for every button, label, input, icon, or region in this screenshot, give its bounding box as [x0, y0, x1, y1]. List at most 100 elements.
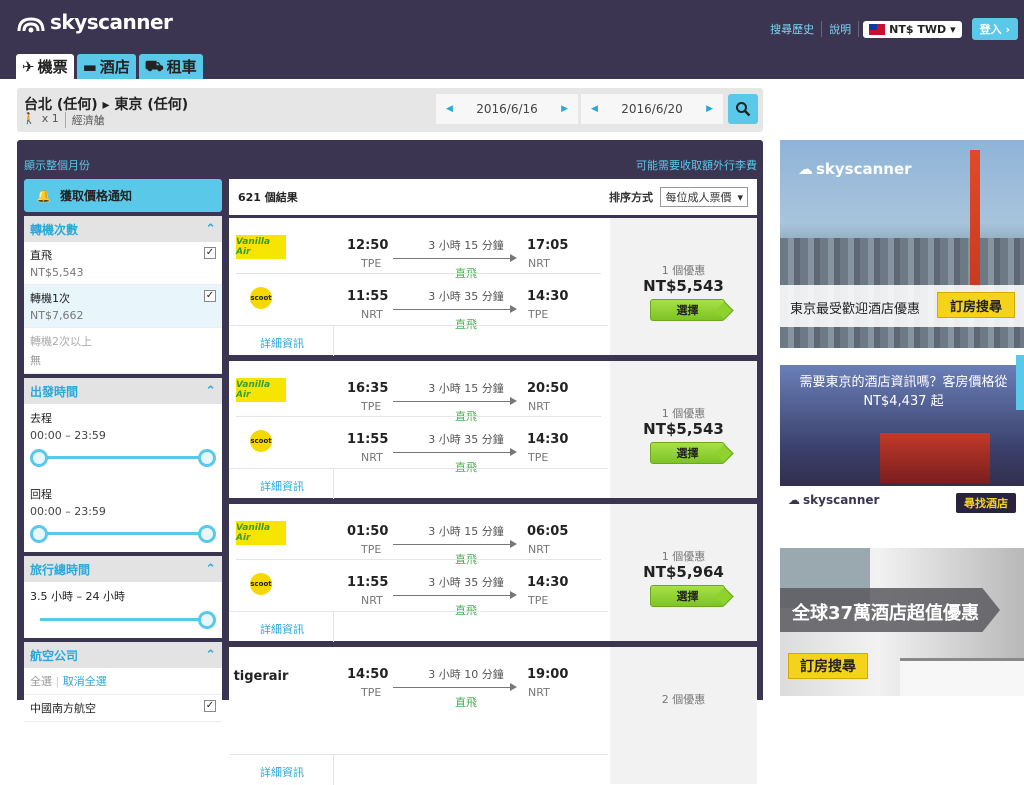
next-date-icon[interactable]: ▶: [706, 104, 713, 114]
departure-time: 11:55: [347, 575, 389, 590]
details-link[interactable]: 詳細資訊: [260, 764, 304, 780]
select-button[interactable]: 選擇: [650, 585, 725, 607]
currency-selector[interactable]: NT$ TWD ▾: [863, 20, 962, 38]
checkbox[interactable]: ✓: [204, 700, 216, 712]
tokyo-tower-image: [970, 150, 980, 290]
baggage-fee-link[interactable]: 可能需要收取額外行李費: [636, 157, 757, 173]
find-hotel-button[interactable]: 尋找酒店: [956, 493, 1016, 513]
ad-hotel-search-button[interactable]: 訂房搜尋: [788, 653, 868, 679]
sort-label: 排序方式: [608, 191, 653, 204]
ad-hotel-search-button[interactable]: 訂房搜尋: [937, 292, 1015, 318]
slider-handle-min[interactable]: [30, 525, 48, 543]
outbound-time-slider[interactable]: [30, 448, 216, 468]
route-summary[interactable]: 台北 (任何) ▸ 東京 (任何): [24, 94, 188, 114]
checkbox[interactable]: ✓: [204, 247, 216, 259]
flight-duration: 3 小時 35 分鐘: [428, 576, 504, 589]
flight-result-card[interactable]: tigerair 14:50 TPE 3 小時 10 分鐘 直飛 19:00 NRT 詳細資訊…: [229, 647, 757, 785]
flight-arrow-icon: [393, 540, 517, 548]
slider-handle-max[interactable]: [198, 449, 216, 467]
tokyo-hotel-ad[interactable]: ☁ skyscanner 東京最受歡迎酒店優惠 訂房搜尋: [780, 140, 1024, 348]
feedback-tab[interactable]: [1016, 355, 1024, 410]
details-link[interactable]: 詳細資訊: [260, 478, 304, 494]
global-hotel-ad[interactable]: 全球37萬酒店超值優惠 訂房搜尋: [780, 548, 1024, 696]
duration-slider[interactable]: [30, 610, 216, 630]
flight-result-card[interactable]: Vanilla Air 12:50 TPE 3 小時 15 分鐘 直飛 17:05 NRT s…: [229, 218, 757, 356]
departure-time: 14:50: [347, 667, 389, 682]
checkbox[interactable]: ✓: [204, 290, 216, 302]
vanilla-air-logo: Vanilla Air: [236, 235, 286, 259]
arrival-airport: TPE: [528, 308, 549, 321]
return-date-picker[interactable]: ◀ 2016/6/20 ▶: [581, 94, 723, 124]
details-bar: 詳細資訊: [229, 754, 608, 785]
select-all-link[interactable]: 全選: [30, 675, 52, 688]
ad-headline: 東京最受歡迎酒店優惠: [790, 302, 921, 317]
skyscanner-logo: ☁ skyscanner: [788, 493, 880, 507]
passenger-icon: 🚶: [22, 112, 36, 125]
flight-leg: Vanilla Air 01:50 TPE 3 小時 15 分鐘 直飛 06:05 NRT: [229, 521, 608, 571]
clear-all-link[interactable]: 取消全選: [63, 675, 107, 688]
arrival-time: 14:30: [527, 575, 569, 590]
duration-filter-header[interactable]: 旅行總時間 ⌃: [24, 556, 222, 582]
departure-airport: TPE: [361, 257, 382, 270]
currency-label: NT$ TWD: [889, 22, 947, 36]
arrival-airport: NRT: [528, 257, 550, 270]
stops-filter-header[interactable]: 轉機次數 ⌃: [24, 216, 222, 242]
flight-arrow-icon: [393, 448, 517, 456]
price: NT$5,543: [643, 277, 724, 295]
ad-headline: 全球37萬酒店超值優惠: [792, 603, 980, 624]
tab-flights[interactable]: ✈ 機票: [16, 54, 74, 79]
cloud-logo-icon: ☁: [788, 493, 800, 507]
depart-date-picker[interactable]: ◀ 2016/6/16 ▶: [436, 94, 578, 124]
arrival-time: 06:05: [527, 524, 569, 539]
search-history-link[interactable]: 搜尋歷史: [763, 21, 823, 37]
airline-filter-header[interactable]: 航空公司 ⌃: [24, 642, 222, 668]
sort-select[interactable]: 每位成人票價 ▾: [660, 187, 748, 207]
outbound-label: 去程: [30, 412, 52, 425]
return-time-slider[interactable]: [30, 524, 216, 544]
scoot-logo: scoot: [236, 286, 286, 310]
flight-result-card[interactable]: Vanilla Air 16:35 TPE 3 小時 15 分鐘 直飛 20:50 NRT s…: [229, 361, 757, 499]
airline-option[interactable]: 中國南方航空 ✓: [24, 695, 222, 722]
filter-sidebar: 🔔 獲取價格通知 轉機次數 ⌃ 直飛 NT$5,543 ✓ 轉機1次 NT$7,66…: [24, 179, 222, 722]
header-links: 搜尋歷史 說明 NT$ TWD ▾ 登入 ›: [763, 18, 1018, 40]
departure-time-filter-header[interactable]: 出發時間 ⌃: [24, 378, 222, 404]
flight-result-card[interactable]: Vanilla Air 01:50 TPE 3 小時 15 分鐘 直飛 06:05 NRT s…: [229, 504, 757, 642]
skyscanner-logo[interactable]: skyscanner: [16, 10, 173, 34]
tab-hotels[interactable]: ▬ 酒店: [76, 54, 136, 79]
prev-date-icon[interactable]: ◀: [446, 104, 453, 114]
details-bar: 詳細資訊: [229, 325, 608, 356]
search-button[interactable]: [728, 94, 758, 124]
next-date-icon[interactable]: ▶: [561, 104, 568, 114]
stop-option-one-stop[interactable]: 轉機1次 NT$7,662 ✓: [24, 285, 222, 328]
stop-option-direct[interactable]: 直飛 NT$5,543 ✓: [24, 242, 222, 285]
tokyo-hotel-price-ad[interactable]: 需要東京的酒店資訊嗎？客房價格從 NT$4,437 起 ☁ skyscanner …: [780, 365, 1024, 520]
cabin-class: 經濟艙: [64, 112, 105, 128]
slider-handle-max[interactable]: [198, 611, 216, 629]
search-icon: [736, 102, 751, 117]
return-date: 2016/6/20: [621, 102, 683, 116]
price-column: 1 個優惠 NT$5,543 選擇: [610, 218, 757, 355]
price-alert-button[interactable]: 🔔 獲取價格通知: [24, 179, 222, 212]
select-button[interactable]: 選擇: [650, 299, 725, 321]
departure-time: 11:55: [347, 289, 389, 304]
flight-leg: Vanilla Air 16:35 TPE 3 小時 15 分鐘 直飛 20:50 NRT: [229, 378, 608, 428]
details-link[interactable]: 詳細資訊: [260, 335, 304, 351]
stops-label: 直飛: [455, 696, 477, 709]
select-button[interactable]: 選擇: [650, 442, 725, 464]
show-whole-month-link[interactable]: 顯示整個月份: [24, 157, 90, 173]
details-link[interactable]: 詳細資訊: [260, 621, 304, 637]
vanilla-air-logo: Vanilla Air: [236, 521, 286, 545]
taiwan-flag-icon: [869, 23, 886, 35]
flight-duration: 3 小時 10 分鐘: [428, 668, 504, 681]
login-button[interactable]: 登入 ›: [971, 18, 1018, 40]
tab-car-hire[interactable]: ⛟ 租車: [138, 54, 203, 79]
skyscanner-logo: ☁ skyscanner: [798, 160, 912, 178]
help-link[interactable]: 說明: [822, 21, 860, 37]
prev-date-icon[interactable]: ◀: [591, 104, 598, 114]
flight-leg: tigerair 14:50 TPE 3 小時 10 分鐘 直飛 19:00 NRT: [229, 664, 608, 714]
slider-handle-max[interactable]: [198, 525, 216, 543]
slider-handle-min[interactable]: [30, 449, 48, 467]
flight-duration: 3 小時 35 分鐘: [428, 433, 504, 446]
deal-count: 2 個優惠: [661, 693, 706, 706]
departure-airport: TPE: [361, 543, 382, 556]
